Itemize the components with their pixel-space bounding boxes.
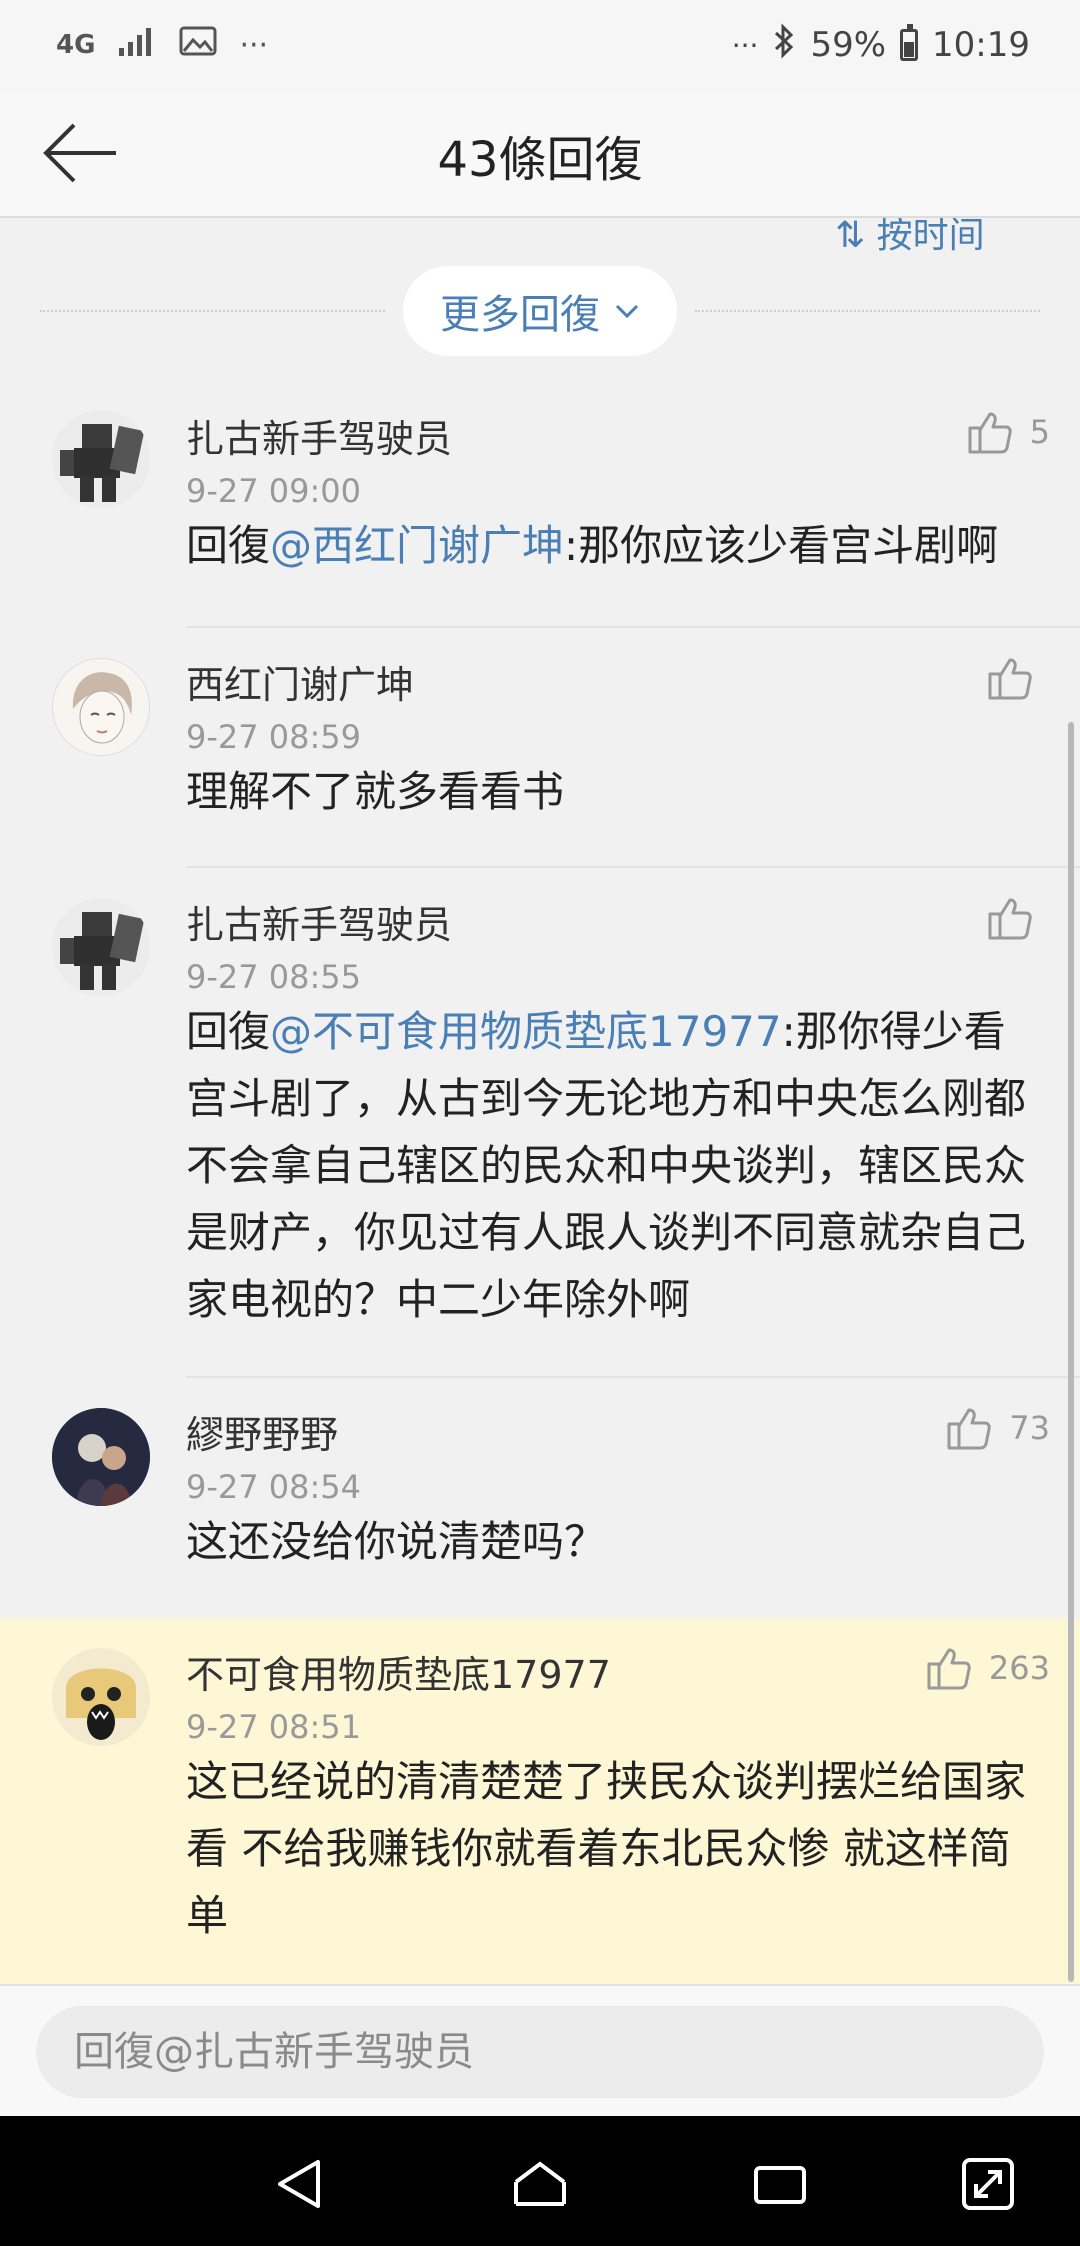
mention-link[interactable]: @不可食用物质垫底17977 bbox=[270, 1007, 782, 1056]
like-button[interactable] bbox=[986, 894, 1050, 942]
reply-list[interactable]: ⇅ 按时间 更多回復 扎古新手驾驶员 9-27 09:00 回復@西红门谢广坤:… bbox=[0, 218, 1080, 1984]
comment-author[interactable]: 扎古新手驾驶员 bbox=[186, 894, 452, 949]
thumbs-up-icon bbox=[927, 1648, 971, 1690]
reply-prefix: 回復 bbox=[186, 1007, 271, 1056]
avatar[interactable] bbox=[52, 898, 150, 996]
nav-expand-button[interactable] bbox=[958, 2154, 1018, 2214]
sort-by-time-link[interactable]: ⇅ 按时间 bbox=[835, 218, 985, 258]
comment-time: 9-27 08:55 bbox=[186, 958, 362, 996]
robot-avatar-icon bbox=[52, 410, 150, 508]
avatar[interactable] bbox=[52, 410, 150, 508]
expand-icon bbox=[962, 2158, 1014, 2210]
like-button[interactable]: 5 bbox=[966, 408, 1050, 456]
comment-body: 这已经说的清清楚楚了挟民众谈判摆烂给国家看 不给我赚钱你就看着东北民众惨 就这样… bbox=[186, 1748, 1036, 1949]
avatar[interactable] bbox=[52, 658, 150, 756]
like-count: 73 bbox=[1009, 1409, 1050, 1447]
comment-body: 回復@西红门谢广坤:那你应该少看宫斗剧啊 bbox=[186, 512, 1036, 579]
more-notifications-indicator: ··· bbox=[239, 27, 269, 63]
comment-text: :那你应该少看宫斗剧啊 bbox=[564, 521, 999, 570]
nav-back-button[interactable] bbox=[270, 2154, 330, 2214]
like-count: 263 bbox=[988, 1649, 1050, 1687]
anime-face-avatar-icon bbox=[53, 659, 149, 755]
comment-time: 9-27 09:00 bbox=[186, 472, 362, 510]
battery-icon bbox=[900, 24, 919, 61]
network-type-label: 4G bbox=[56, 30, 96, 60]
reply-bar bbox=[0, 1984, 1080, 2118]
scrollbar[interactable] bbox=[1068, 722, 1074, 1982]
comment-text: 这还没给你说清楚吗？ bbox=[186, 1517, 607, 1566]
comment-author[interactable]: 西红门谢广坤 bbox=[186, 654, 414, 709]
like-button[interactable]: 263 bbox=[925, 1644, 1050, 1692]
comment-time: 9-27 08:59 bbox=[186, 718, 362, 756]
avatar[interactable] bbox=[52, 1408, 150, 1506]
like-count: 5 bbox=[1029, 413, 1050, 451]
anime-couple-avatar-icon bbox=[52, 1408, 150, 1506]
comment-body: 理解不了就多看看书 bbox=[186, 758, 1036, 825]
home-icon bbox=[514, 2161, 566, 2206]
bluetooth-icon bbox=[772, 22, 796, 68]
like-button[interactable]: 73 bbox=[945, 1404, 1050, 1452]
nav-recents-button[interactable] bbox=[750, 2154, 810, 2214]
more-replies-button[interactable]: 更多回復 bbox=[403, 266, 677, 356]
thumbs-up-icon bbox=[988, 658, 1032, 700]
screaming-face-avatar-icon bbox=[52, 1648, 150, 1746]
mention-link[interactable]: @西红门谢广坤 bbox=[270, 521, 564, 570]
comment-time: 9-27 08:51 bbox=[186, 1708, 362, 1746]
robot-avatar-icon bbox=[52, 898, 150, 996]
comment-item[interactable]: 西红门谢广坤 9-27 08:59 理解不了就多看看书 bbox=[0, 628, 1080, 868]
comment-item-highlighted[interactable]: 不可食用物质垫底17977 9-27 08:51 这已经说的清清楚楚了挟民众谈判… bbox=[0, 1618, 1080, 1984]
divider-line-right bbox=[695, 310, 1040, 312]
image-notification-icon bbox=[179, 26, 217, 64]
reply-input[interactable] bbox=[36, 2006, 1044, 2098]
recents-icon bbox=[754, 2166, 806, 2204]
comment-text: 这已经说的清清楚楚了挟民众谈判摆烂给国家看 不给我赚钱你就看着东北民众惨 就这样… bbox=[186, 1757, 1027, 1940]
more-status-indicator: ··· bbox=[731, 28, 759, 62]
status-bar: 4G ··· ··· 59% 10:19 bbox=[0, 0, 1080, 90]
comment-author[interactable]: 繆野野野 bbox=[186, 1404, 338, 1459]
avatar[interactable] bbox=[52, 1648, 150, 1746]
comment-author[interactable]: 不可食用物质垫底17977 bbox=[186, 1644, 611, 1699]
reply-prefix: 回復 bbox=[186, 521, 271, 570]
chevron-down-icon bbox=[615, 304, 639, 319]
like-button[interactable] bbox=[986, 654, 1050, 702]
battery-percent: 59% bbox=[810, 25, 887, 65]
more-replies-label: 更多回復 bbox=[440, 292, 600, 338]
thumbs-up-icon bbox=[968, 412, 1012, 454]
comment-text: 理解不了就多看看书 bbox=[186, 767, 565, 816]
header-bar: 43條回復 bbox=[0, 90, 1080, 218]
comment-item[interactable]: 扎古新手驾驶员 9-27 09:00 回復@西红门谢广坤:那你应该少看宫斗剧啊 … bbox=[0, 390, 1080, 628]
comment-body: 这还没给你说清楚吗？ bbox=[186, 1508, 1036, 1575]
comment-author[interactable]: 扎古新手驾驶员 bbox=[186, 408, 452, 463]
comment-body: 回復@不可食用物质垫底17977:那你得少看宫斗剧了，从古到今无论地方和中央怎么… bbox=[186, 998, 1036, 1333]
page-title: 43條回復 bbox=[437, 132, 643, 188]
system-nav-bar bbox=[0, 2116, 1080, 2246]
comment-item[interactable]: 扎古新手驾驶员 9-27 08:55 回復@不可食用物质垫底17977:那你得少… bbox=[0, 868, 1080, 1378]
thumbs-up-icon bbox=[988, 898, 1032, 940]
thumbs-up-icon bbox=[947, 1408, 992, 1450]
triangle-back-icon bbox=[278, 2160, 320, 2208]
comment-item[interactable]: 繆野野野 9-27 08:54 这还没给你说清楚吗？ 73 bbox=[0, 1378, 1080, 1618]
clock-time: 10:19 bbox=[932, 25, 1030, 65]
nav-home-button[interactable] bbox=[510, 2154, 570, 2214]
comment-time: 9-27 08:54 bbox=[186, 1468, 362, 1506]
divider-line-left bbox=[40, 310, 385, 312]
signal-icon bbox=[117, 26, 157, 64]
more-replies-row: 更多回復 bbox=[0, 266, 1080, 356]
